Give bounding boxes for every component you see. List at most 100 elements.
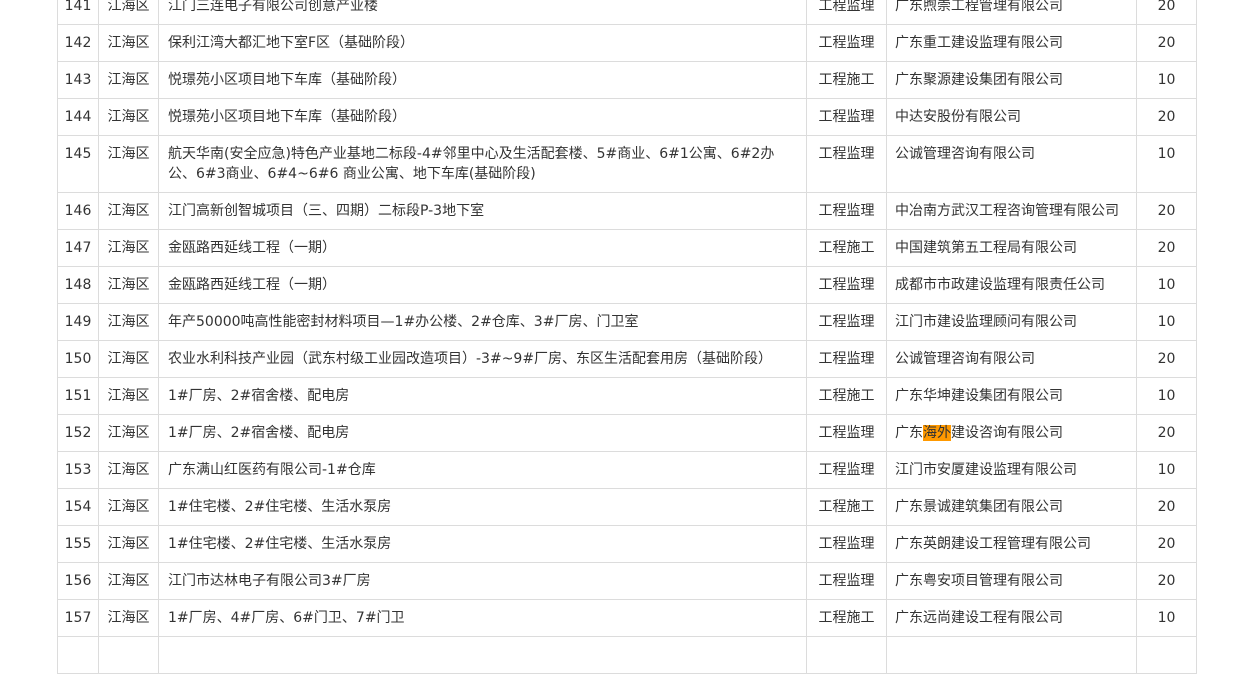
table-row: 150 江海区 农业水利科技产业园（武东村级工业园改造项目）-3#~9#厂房、东… [57,340,1197,378]
work-type-cell: 工程施工 [806,377,887,415]
work-type-cell: 工程监理 [806,135,887,193]
project-name-cell: 农业水利科技产业园（武东村级工业园改造项目）-3#~9#厂房、东区生活配套用房（… [158,340,807,378]
company-name-suffix: 建设咨询有限公司 [951,425,1063,441]
district-cell: 江海区 [98,525,159,563]
table-row: 157 江海区 1#厂房、4#厂房、6#门卫、7#门卫 工程施工 广东远尚建设工… [57,599,1197,637]
table-row: 156 江海区 江门市达林电子有限公司3#厂房 工程监理 广东粤安项目管理有限公… [57,562,1197,600]
company-cell: 成都市市政建设监理有限责任公司 [886,266,1137,304]
table-row: 155 江海区 1#住宅楼、2#住宅楼、生活水泵房 工程监理 广东英朗建设工程管… [57,525,1197,563]
score-cell: 10 [1136,303,1197,341]
score-cell: 10 [1136,135,1197,193]
work-type-cell: 工程监理 [806,451,887,489]
table-row: 147 江海区 金瓯路西延线工程（一期） 工程施工 中国建筑第五工程局有限公司 … [57,229,1197,267]
work-type-cell: 工程监理 [806,98,887,136]
project-name-cell [158,636,807,674]
table-row: 149 江海区 年产50000吨高性能密封材料项目—1#办公楼、2#仓库、3#厂… [57,303,1197,341]
district-cell: 江海区 [98,135,159,193]
table-body: 141 江海区 江门三连电子有限公司创意产业楼 工程监理 广东煦崇工程管理有限公… [57,0,1197,674]
table-row: 151 江海区 1#厂房、2#宿舍楼、配电房 工程施工 广东华坤建设集团有限公司… [57,377,1197,415]
company-cell: 广东海外建设咨询有限公司 [886,414,1137,452]
district-cell: 江海区 [98,98,159,136]
work-type-cell: 工程监理 [806,414,887,452]
work-type-cell: 工程监理 [806,303,887,341]
company-cell: 中国建筑第五工程局有限公司 [886,229,1137,267]
score-cell: 20 [1136,24,1197,62]
work-type-cell: 工程监理 [806,266,887,304]
row-number: 152 [57,414,99,452]
table-row: 141 江海区 江门三连电子有限公司创意产业楼 工程监理 广东煦崇工程管理有限公… [57,0,1197,25]
project-name-cell: 悦璟苑小区项目地下车库（基础阶段） [158,98,807,136]
district-cell: 江海区 [98,340,159,378]
row-number: 145 [57,135,99,193]
project-score-table: 141 江海区 江门三连电子有限公司创意产业楼 工程监理 广东煦崇工程管理有限公… [57,0,1197,674]
score-cell: 10 [1136,451,1197,489]
row-number [57,636,99,674]
score-cell [1136,636,1197,674]
row-number: 143 [57,61,99,99]
work-type-cell: 工程施工 [806,599,887,637]
results-table-container: 141 江海区 江门三连电子有限公司创意产业楼 工程监理 广东煦崇工程管理有限公… [57,0,1197,674]
project-name-cell: 保利江湾大都汇地下室F区（基础阶段） [158,24,807,62]
row-number: 154 [57,488,99,526]
work-type-cell: 工程施工 [806,229,887,267]
company-cell: 广东英朗建设工程管理有限公司 [886,525,1137,563]
project-name-cell: 1#住宅楼、2#住宅楼、生活水泵房 [158,525,807,563]
row-number: 151 [57,377,99,415]
district-cell: 江海区 [98,414,159,452]
company-cell: 中达安股份有限公司 [886,98,1137,136]
score-cell: 10 [1136,266,1197,304]
company-cell: 公诚管理咨询有限公司 [886,135,1137,193]
district-cell: 江海区 [98,599,159,637]
project-name-cell: 广东满山红医药有限公司-1#仓库 [158,451,807,489]
company-cell: 中冶南方武汉工程咨询管理有限公司 [886,192,1137,230]
row-number: 149 [57,303,99,341]
work-type-cell: 工程施工 [806,61,887,99]
project-name-cell: 金瓯路西延线工程（一期） [158,229,807,267]
score-cell: 20 [1136,488,1197,526]
district-cell: 江海区 [98,266,159,304]
row-number: 156 [57,562,99,600]
table-row-partial [57,636,1197,674]
district-cell: 江海区 [98,192,159,230]
company-cell: 公诚管理咨询有限公司 [886,340,1137,378]
table-row: 152 江海区 1#厂房、2#宿舍楼、配电房 工程监理 广东海外建设咨询有限公司… [57,414,1197,452]
table-row: 148 江海区 金瓯路西延线工程（一期） 工程监理 成都市市政建设监理有限责任公… [57,266,1197,304]
district-cell: 江海区 [98,24,159,62]
table-row: 143 江海区 悦璟苑小区项目地下车库（基础阶段） 工程施工 广东聚源建设集团有… [57,61,1197,99]
score-cell: 20 [1136,340,1197,378]
work-type-cell: 工程监理 [806,340,887,378]
company-cell [886,636,1137,674]
company-cell: 广东重工建设监理有限公司 [886,24,1137,62]
project-name-cell: 江门三连电子有限公司创意产业楼 [158,0,807,25]
search-highlight: 海外 [923,425,951,441]
table-row: 153 江海区 广东满山红医药有限公司-1#仓库 工程监理 江门市安厦建设监理有… [57,451,1197,489]
company-cell: 江门市安厦建设监理有限公司 [886,451,1137,489]
score-cell: 20 [1136,0,1197,25]
row-number: 147 [57,229,99,267]
company-name-prefix: 广东 [895,425,923,441]
project-name-cell: 江门市达林电子有限公司3#厂房 [158,562,807,600]
district-cell: 江海区 [98,303,159,341]
score-cell: 20 [1136,192,1197,230]
company-cell: 江门市建设监理顾问有限公司 [886,303,1137,341]
score-cell: 20 [1136,98,1197,136]
row-number: 153 [57,451,99,489]
table-row: 145 江海区 航天华南(安全应急)特色产业基地二标段-4#邻里中心及生活配套楼… [57,135,1197,193]
district-cell: 江海区 [98,488,159,526]
company-cell: 广东华坤建设集团有限公司 [886,377,1137,415]
score-cell: 20 [1136,525,1197,563]
work-type-cell: 工程监理 [806,24,887,62]
work-type-cell: 工程监理 [806,0,887,25]
project-name-cell: 悦璟苑小区项目地下车库（基础阶段） [158,61,807,99]
row-number: 157 [57,599,99,637]
work-type-cell: 工程监理 [806,562,887,600]
district-cell: 江海区 [98,377,159,415]
work-type-cell: 工程监理 [806,192,887,230]
project-name-cell: 1#厂房、2#宿舍楼、配电房 [158,414,807,452]
score-cell: 20 [1136,562,1197,600]
row-number: 142 [57,24,99,62]
project-name-cell: 航天华南(安全应急)特色产业基地二标段-4#邻里中心及生活配套楼、5#商业、6#… [158,135,807,193]
project-name-cell: 1#厂房、4#厂房、6#门卫、7#门卫 [158,599,807,637]
row-number: 155 [57,525,99,563]
project-name-cell: 金瓯路西延线工程（一期） [158,266,807,304]
